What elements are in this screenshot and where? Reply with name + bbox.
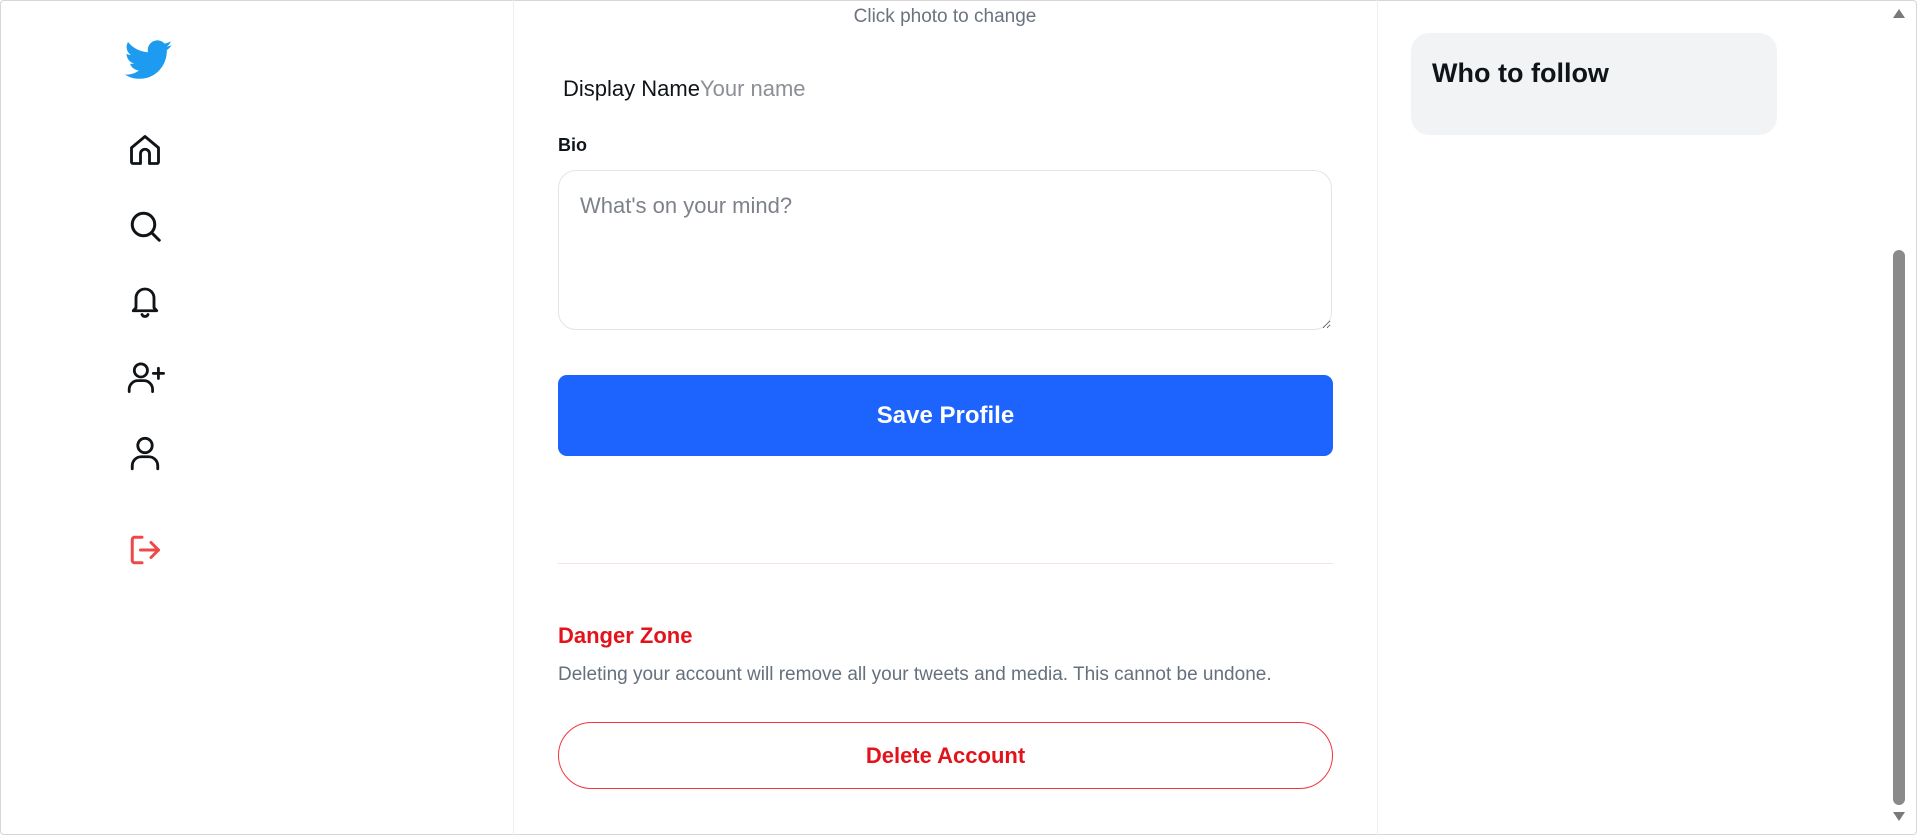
twitter-bird-icon[interactable] (124, 38, 174, 84)
display-name-row: Display Name (563, 76, 1000, 102)
who-to-follow-card: Who to follow (1411, 33, 1777, 135)
bell-icon[interactable] (125, 281, 165, 321)
save-profile-button[interactable]: Save Profile (558, 375, 1333, 456)
scroll-up-arrow-icon[interactable] (1893, 9, 1905, 18)
scroll-down-arrow-icon[interactable] (1893, 812, 1905, 821)
bio-label: Bio (558, 135, 587, 155)
home-icon[interactable] (125, 130, 165, 170)
photo-change-hint[interactable]: Click photo to change (514, 6, 1376, 28)
right-column-divider (1377, 0, 1378, 835)
bio-textarea[interactable] (558, 170, 1332, 330)
danger-zone-title: Danger Zone (558, 623, 693, 648)
danger-zone-description: Deleting your account will remove all yo… (558, 664, 1272, 685)
page-scrollbar[interactable] (1890, 0, 1908, 835)
scrollbar-thumb[interactable] (1893, 250, 1905, 805)
danger-zone-divider (558, 563, 1333, 564)
logout-icon[interactable] (125, 530, 165, 570)
left-column-divider (513, 0, 514, 835)
display-name-input[interactable] (699, 76, 1000, 102)
who-to-follow-title: Who to follow (1432, 58, 1609, 88)
user-plus-icon[interactable] (125, 357, 167, 397)
user-icon[interactable] (125, 433, 165, 473)
search-icon[interactable] (125, 206, 165, 246)
display-name-label: Display Name (563, 76, 700, 101)
delete-account-button[interactable]: Delete Account (558, 722, 1333, 789)
